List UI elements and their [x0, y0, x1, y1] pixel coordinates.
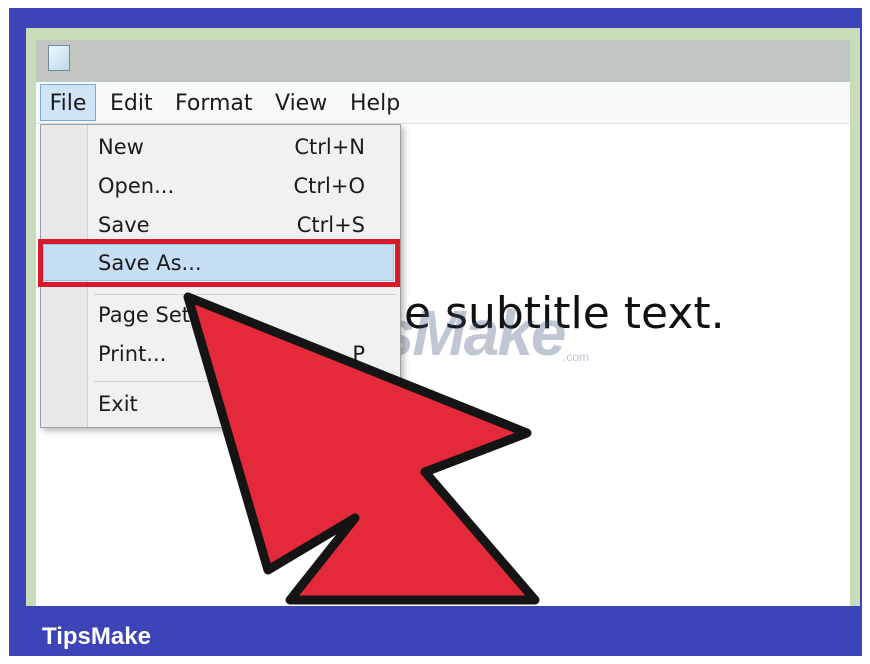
- red-arrow-shape: [183, 292, 540, 605]
- footer-brand: TipsMake: [42, 623, 151, 650]
- red-arrow-icon: [183, 292, 540, 605]
